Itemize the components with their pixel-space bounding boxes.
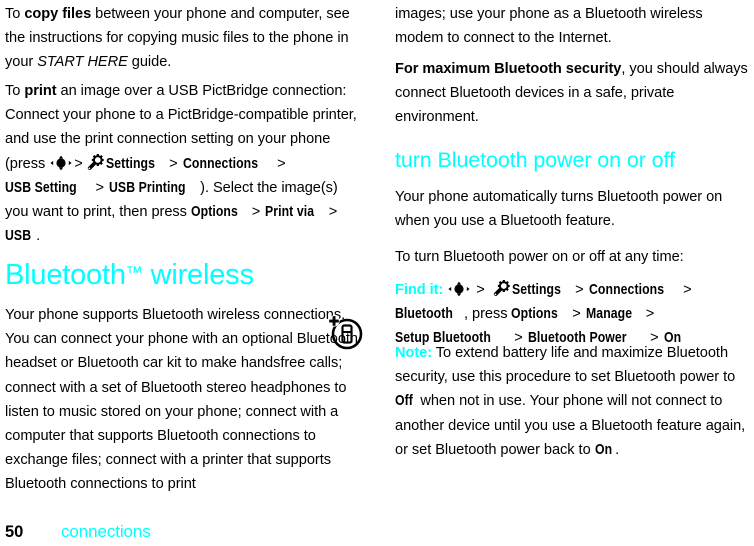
emphasis-print: print xyxy=(24,83,57,99)
setting-value-off: Off xyxy=(395,393,413,410)
text-run: . xyxy=(36,228,41,245)
paragraph-print: To print an image over a USB PictBridge … xyxy=(5,79,357,248)
paragraph-auto-power: Your phone automatically turns Bluetooth… xyxy=(395,189,723,230)
menu-item-usb-setting: USB Setting xyxy=(5,179,77,196)
menu-item-settings: Settings xyxy=(105,155,155,172)
menu-item-connections: Connections xyxy=(182,155,258,172)
paragraph-max-security: For maximum Bluetooth security, you shou… xyxy=(395,57,749,130)
paragraph-images-modem: images; use your phone as a Bluetooth wi… xyxy=(395,6,703,47)
paragraph-bluetooth-supports: Your phone supports Bluetooth wireless c… xyxy=(5,307,359,493)
menu-item-print-via: Print via xyxy=(265,204,315,221)
emphasis-copy-files: copy files xyxy=(24,6,92,22)
settings-gear-icon xyxy=(491,280,511,297)
menu-item-usb: USB xyxy=(5,228,32,245)
manual-page: To copy files between your phone and com… xyxy=(0,0,754,546)
text-run: when not in use. Your phone will not con… xyxy=(395,393,746,458)
menu-item-connections: Connections xyxy=(588,282,664,298)
text-run: , press xyxy=(464,306,512,323)
text-run: . xyxy=(615,441,620,458)
bluetooth-connect-device-icon xyxy=(324,311,366,353)
heading-bluetooth-wireless: Bluetooth™ wireless xyxy=(5,256,365,292)
trademark-symbol: ™ xyxy=(125,263,143,282)
path-separator: > xyxy=(575,282,584,298)
chapter-label: connections xyxy=(61,522,151,541)
path-separator: > xyxy=(277,155,286,172)
text-run: To xyxy=(5,83,25,99)
path-separator: > xyxy=(572,306,581,323)
menu-item-settings: Settings xyxy=(511,282,561,298)
paragraph-to-turn: To turn Bluetooth power on or off at any… xyxy=(395,249,684,265)
text-run: To xyxy=(5,6,25,22)
note-label: Note: xyxy=(395,345,433,361)
menu-item-bluetooth: Bluetooth xyxy=(395,306,453,323)
menu-item-options: Options xyxy=(190,204,238,221)
path-separator: > xyxy=(251,204,261,221)
center-key-icon xyxy=(448,281,470,297)
heading-text-2: wireless xyxy=(142,259,254,291)
path-separator: > xyxy=(476,282,485,298)
menu-item-manage: Manage xyxy=(585,306,632,323)
path-separator: > xyxy=(683,282,692,298)
page-number: 50 xyxy=(5,523,24,541)
emphasis-start-here: START HERE xyxy=(37,54,128,71)
paragraph-note: Note: To extend battery life and maximiz… xyxy=(395,341,754,462)
text-run: To extend battery life and maximize Blue… xyxy=(395,345,736,386)
page-footer: 50 connections xyxy=(5,522,151,542)
emphasis-max-security: For maximum Bluetooth security xyxy=(395,61,622,77)
menu-item-usb-printing: USB Printing xyxy=(108,179,186,196)
find-it-label: Find it: xyxy=(395,282,444,298)
paragraph-copy-files: To copy files between your phone and com… xyxy=(5,2,365,75)
text-run: guide. xyxy=(127,54,172,71)
center-key-icon xyxy=(50,155,72,171)
heading-text: Bluetooth xyxy=(5,259,126,291)
setting-value-on: On xyxy=(594,441,612,458)
path-separator: > xyxy=(169,155,178,172)
paragraph-find-it: Find it: > Settings > Connections > Blue… xyxy=(395,278,754,351)
path-separator: > xyxy=(645,306,655,323)
heading-turn-power: turn Bluetooth power on or off xyxy=(395,148,675,172)
settings-gear-icon xyxy=(85,153,105,171)
menu-item-options: Options xyxy=(511,306,559,323)
path-separator: > xyxy=(95,179,104,196)
path-separator: > xyxy=(74,155,83,172)
path-separator: > xyxy=(328,204,338,221)
